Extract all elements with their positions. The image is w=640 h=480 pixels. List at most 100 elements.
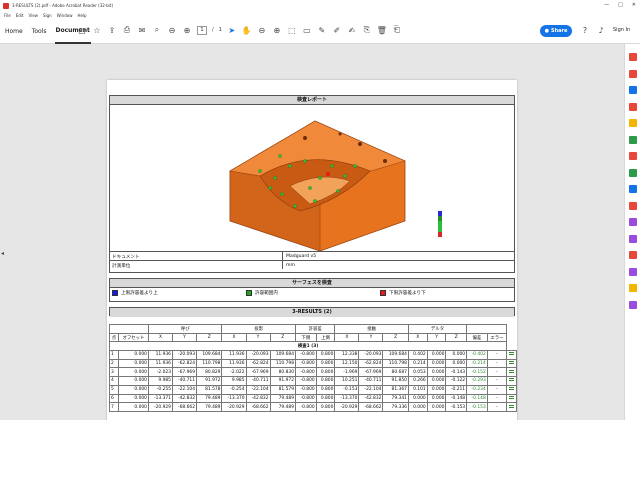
comment-icon[interactable]: ▭ (302, 25, 312, 35)
row-divider (282, 252, 283, 260)
menu-sign[interactable]: Sign (43, 13, 52, 18)
cell-py: -67.969 (245, 367, 271, 378)
search-icon[interactable]: ⌕ (152, 25, 162, 35)
cell-err: - (486, 358, 508, 369)
cell-dx: 0.053 (407, 367, 428, 378)
cell-cy: -20.093 (358, 350, 384, 360)
menu-window[interactable]: Window (57, 13, 73, 18)
tool-pane-icon[interactable] (628, 152, 637, 160)
cell-dev: -0.293 (466, 376, 488, 386)
col-tol-low: 下側 (295, 332, 317, 343)
share-button[interactable]: ● Share (540, 25, 572, 37)
tool-pane-icon[interactable] (628, 102, 637, 111)
within-tolerance-icon (509, 378, 515, 382)
bookmark-icon[interactable]: ☆ (92, 25, 102, 35)
tool-pane-icon[interactable] (628, 168, 637, 177)
menu-file[interactable]: File (4, 13, 11, 18)
cell-px: 11.936 (221, 358, 247, 369)
menu-view[interactable]: View (28, 13, 38, 18)
new-file-icon[interactable]: ▢ (77, 25, 87, 35)
cursor-icon[interactable]: ➤ (227, 25, 237, 35)
cell-py: -40.711 (245, 376, 271, 386)
table-row: 2 0.000 11.936 -62.824 110.798 11.936 -62.824 1… (109, 358, 517, 369)
zoom-in-icon[interactable]: ⊕ (272, 25, 282, 35)
cell-cz: 109.684 (382, 350, 409, 360)
fit-page-icon[interactable]: ⬚ (287, 25, 297, 35)
pen-icon[interactable]: ✎ (317, 25, 327, 35)
blank-header-2 (466, 324, 508, 334)
cell-ny: -68.662 (171, 402, 198, 412)
tool-pane-icon[interactable] (628, 119, 637, 127)
tool-pane-icon[interactable] (628, 185, 637, 193)
unit-label: 計測単位 (112, 264, 131, 269)
cell-cy: -22.104 (358, 384, 384, 395)
cell-ny: -22.104 (171, 384, 198, 395)
cell-nz: 91.972 (195, 376, 223, 386)
cell-ny: -42.832 (171, 393, 198, 404)
export-icon[interactable]: ⎗ (392, 25, 402, 35)
cell-cy: -62.824 (358, 358, 384, 369)
tab-tools[interactable]: Tools (31, 20, 48, 43)
cell-cx: 12.150 (334, 358, 360, 369)
tool-pane-icon[interactable] (628, 53, 637, 61)
tab-home[interactable]: Home (4, 20, 24, 43)
print-icon[interactable]: ⎙ (122, 25, 132, 35)
close-button[interactable]: ✕ (632, 2, 636, 8)
surface-title: サーフェスを検査 (110, 279, 514, 288)
cell-cz: 91.850 (382, 376, 409, 386)
cell-cx: 12.338 (334, 350, 360, 360)
cell-cy: -68.662 (358, 402, 384, 412)
cell-dy: 0.000 (426, 384, 447, 395)
delete-icon[interactable]: 🗑 (377, 25, 387, 35)
tool-pane-icon[interactable] (628, 201, 637, 210)
legend-above: 上限許容差より上 (112, 290, 158, 296)
cell-dy: 0.000 (426, 367, 447, 378)
tool-pane-icon[interactable] (628, 234, 637, 243)
tool-pane-icon[interactable] (628, 300, 637, 309)
cell-pz: 79.489 (269, 402, 297, 412)
cell-n: 3 (109, 367, 119, 378)
expand-left-panel-icon[interactable]: ◂ (1, 250, 4, 257)
cell-dev: -0.152 (466, 367, 488, 378)
menu-edit[interactable]: Edit (16, 13, 24, 18)
cell-cx: -20.929 (334, 402, 360, 412)
hand-icon[interactable]: ✋ (242, 25, 252, 35)
col-error: エラー (486, 332, 508, 343)
tool-pane-icon[interactable] (628, 267, 637, 276)
tool-pane-icon[interactable] (628, 86, 637, 94)
cell-dx: 0.101 (407, 384, 428, 395)
sign-in-link[interactable]: Sign In (613, 27, 630, 33)
cell-err: - (486, 350, 508, 360)
tool-pane-icon[interactable] (628, 69, 637, 78)
cell-py: -42.832 (245, 393, 271, 404)
email-icon[interactable]: ✉ (137, 25, 147, 35)
notification-icon[interactable]: ♪ (596, 25, 606, 35)
minimize-button[interactable]: — (604, 2, 609, 8)
legend-above-label: 上限許容差より上 (121, 291, 158, 296)
cell-tl: -0.800 (295, 358, 317, 369)
page-down-icon[interactable]: ⊕ (182, 25, 192, 35)
cell-off: 0.000 (117, 384, 149, 395)
page-up-icon[interactable]: ⊖ (167, 25, 177, 35)
cell-cx: -1.969 (334, 367, 360, 378)
upload-cloud-icon[interactable]: ⇪ (107, 25, 117, 35)
tool-pane-icon[interactable] (628, 284, 637, 292)
maximize-button[interactable]: □ (618, 2, 623, 8)
table-row: 5 0.000 -0.255 -22.104 81.578 -0.254 -22.104 81… (109, 384, 517, 395)
sign-icon[interactable]: ✍ (347, 25, 357, 35)
cell-px: -2.022 (221, 367, 247, 378)
menu-help[interactable]: Help (77, 13, 86, 18)
tool-pane-icon[interactable] (628, 251, 637, 259)
tool-pane-icon[interactable] (628, 135, 637, 144)
tool-pane-icon[interactable] (628, 218, 637, 226)
stamp-icon[interactable]: ⎘ (362, 25, 372, 35)
cell-py: -62.824 (245, 358, 271, 369)
cell-dz: -0.211 (445, 384, 468, 395)
col-dx: X (407, 332, 428, 343)
cell-px: -13.370 (221, 393, 247, 404)
zoom-out-icon[interactable]: ⊖ (257, 25, 267, 35)
help-icon[interactable]: ? (580, 25, 590, 35)
highlight-icon[interactable]: ✐ (332, 25, 342, 35)
page-number-input[interactable]: 1 (197, 25, 207, 35)
cell-dz: -0.148 (445, 393, 468, 404)
